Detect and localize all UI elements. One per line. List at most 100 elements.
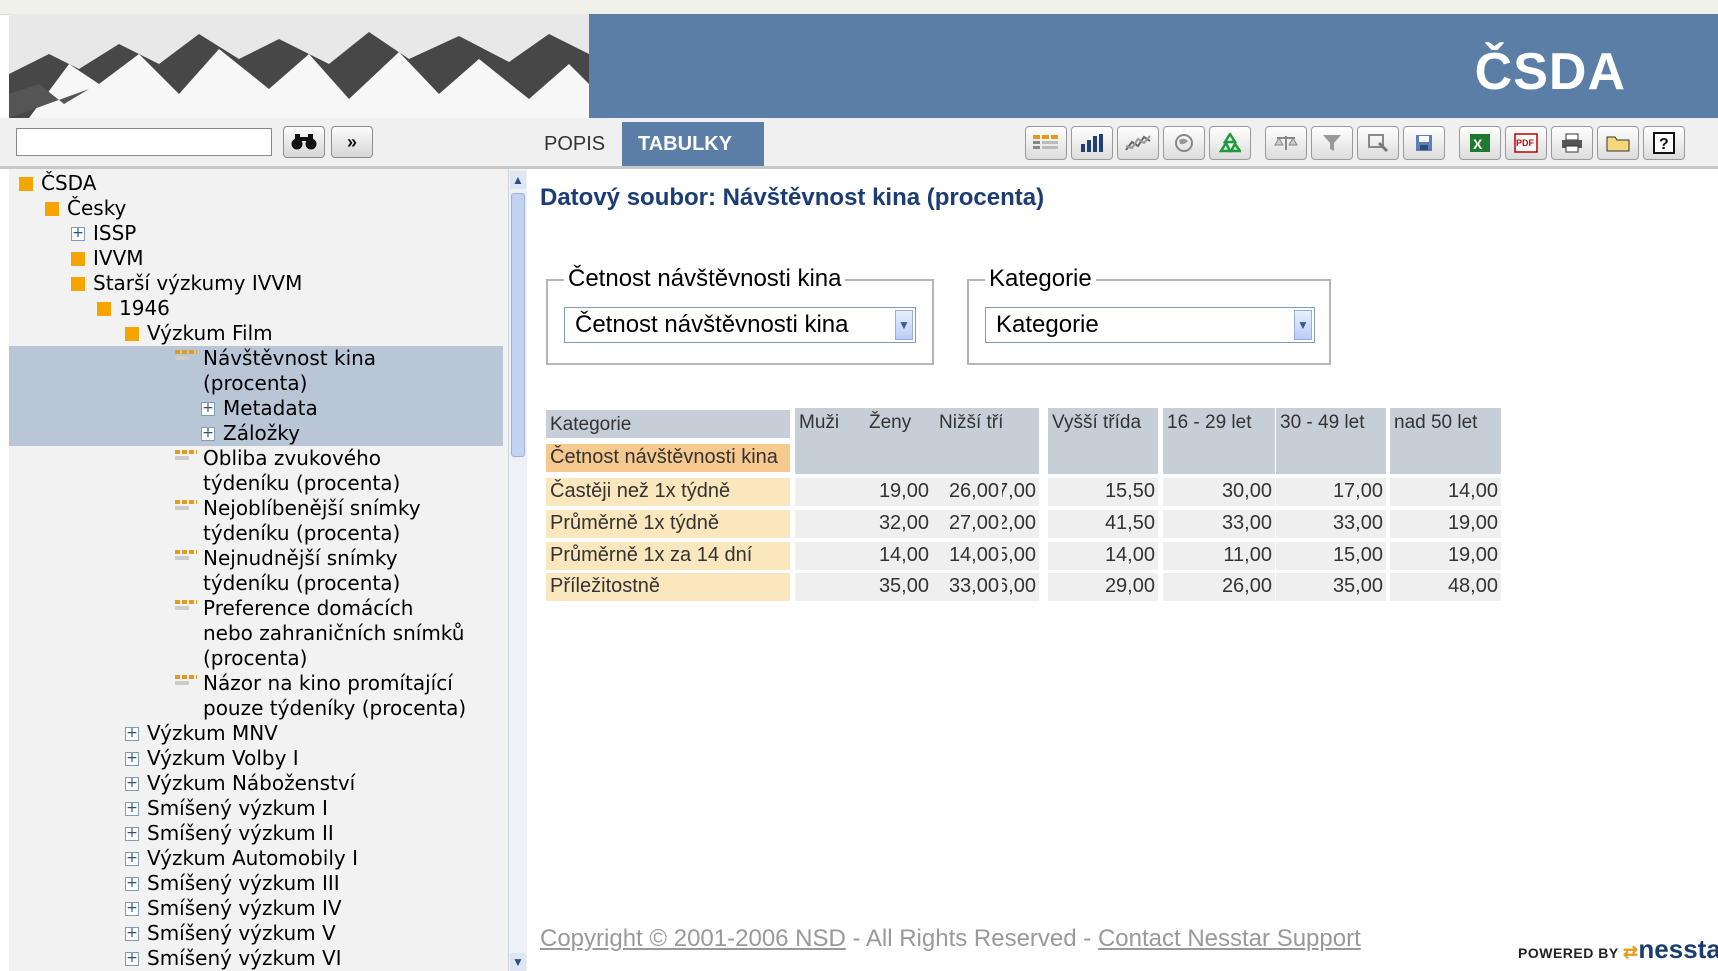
tree-item-label: Návštěvnost kina (procenta): [203, 346, 377, 395]
recycle-icon[interactable]: [1209, 126, 1251, 160]
tree-item[interactable]: Názor na kino promítající pouze týdeníky…: [9, 671, 503, 721]
chevron-down-icon[interactable]: ▼: [1294, 310, 1312, 340]
map-icon[interactable]: [1163, 126, 1205, 160]
expand-plus-icon[interactable]: +: [125, 826, 139, 841]
column-header: 30 - 49 let: [1276, 408, 1386, 474]
expand-plus-icon[interactable]: +: [125, 876, 139, 891]
frequency-select-value: Četnost návštěvnosti kina: [575, 311, 849, 338]
folder-square-icon: [71, 277, 85, 291]
search-input[interactable]: [16, 128, 272, 156]
tree-item[interactable]: + Smíšený výzkum V: [9, 921, 503, 946]
folder-icon[interactable]: [1597, 126, 1639, 160]
tree-item[interactable]: Starší výzkumy IVVM: [9, 271, 503, 296]
category-select[interactable]: Kategorie ▼: [985, 307, 1315, 343]
tree-item[interactable]: + Výzkum Volby I: [9, 746, 503, 771]
expand-plus-icon[interactable]: +: [125, 776, 139, 791]
pdf-icon[interactable]: PDF: [1505, 126, 1547, 160]
expand-plus-icon[interactable]: +: [201, 401, 215, 416]
table-cell: 48,00: [1390, 573, 1501, 601]
tree-item-label: Smíšený výzkum V: [147, 921, 336, 945]
help-icon[interactable]: ?: [1643, 126, 1685, 160]
contact-support-link[interactable]: Contact Nesstar Support: [1098, 925, 1361, 952]
tree-item[interactable]: + Smíšený výzkum VI: [9, 946, 503, 971]
expand-plus-icon[interactable]: +: [125, 851, 139, 866]
expand-plus-icon[interactable]: +: [125, 726, 139, 741]
tree-item-label: Smíšený výzkum II: [147, 821, 334, 845]
expand-plus-icon[interactable]: +: [125, 951, 139, 966]
tools-icon[interactable]: [1357, 126, 1399, 160]
line-chart-icon[interactable]: [1117, 126, 1159, 160]
expand-plus-icon[interactable]: +: [71, 226, 85, 241]
tree-item[interactable]: + Metadata: [9, 396, 503, 421]
tree-item-label: Nejoblíbenější snímky týdeníku (procenta…: [203, 496, 421, 545]
tree-item-label: Smíšený výzkum I: [147, 796, 328, 820]
tree-item[interactable]: + Výzkum Automobily I: [9, 846, 503, 871]
table-corner-header: Kategorie: [546, 410, 790, 438]
tree-item[interactable]: + Smíšený výzkum II: [9, 821, 503, 846]
scroll-down-icon[interactable]: ▼: [510, 953, 526, 971]
tree-item[interactable]: Preference domácích nebo zahraničních sn…: [9, 596, 503, 671]
save-icon[interactable]: [1403, 126, 1445, 160]
copyright-link[interactable]: Copyright © 2001-2006 NSD: [540, 925, 846, 952]
tree-item-label: 1946: [119, 296, 170, 320]
folder-square-icon: [97, 302, 111, 316]
expand-plus-icon[interactable]: +: [201, 426, 215, 441]
table-cell: 19,00: [1390, 542, 1501, 570]
frequency-select[interactable]: Četnost návštěvnosti kina ▼: [564, 307, 916, 343]
tree-item[interactable]: ČSDA: [9, 171, 503, 196]
table-icon[interactable]: [1025, 126, 1067, 160]
tab-tabulky[interactable]: TABULKY: [622, 122, 764, 166]
view-toolbar: X PDF ?: [1025, 126, 1685, 160]
tree-item[interactable]: Nejoblíbenější snímky týdeníku (procenta…: [9, 496, 503, 546]
binoculars-icon[interactable]: [283, 126, 325, 158]
expand-plus-icon[interactable]: +: [125, 901, 139, 916]
tree-item-label: ISSP: [93, 221, 137, 245]
tree-item[interactable]: + Smíšený výzkum IV: [9, 896, 503, 921]
column-header: 16 - 29 let: [1163, 408, 1275, 474]
column-header: Ženy: [865, 408, 932, 474]
column-header: Nižší třída: [935, 408, 1002, 474]
tree-item[interactable]: Výzkum Film: [9, 321, 503, 346]
column-header: nad 50 let: [1390, 408, 1501, 474]
rights-text: - All Rights Reserved -: [845, 925, 1098, 952]
tree-item[interactable]: + ISSP: [9, 221, 503, 246]
table-cell: 15,50: [1048, 478, 1158, 506]
tree-item[interactable]: Nejnudnější snímky týdeníku (procenta): [9, 546, 503, 596]
scroll-up-icon[interactable]: ▲: [510, 171, 526, 189]
tree-item[interactable]: Obliba zvukového týdeníku (procenta): [9, 446, 503, 496]
bar-chart-icon[interactable]: [1071, 126, 1113, 160]
row-header: Průměrně 1x týdně: [546, 510, 790, 538]
tree-item[interactable]: + Smíšený výzkum I: [9, 796, 503, 821]
tree-item[interactable]: + Výzkum MNV: [9, 721, 503, 746]
folder-square-icon: [71, 252, 85, 266]
powered-by-nesstar-logo[interactable]: POWERED BY ⇄nesstar: [1518, 934, 1718, 965]
tree-item[interactable]: Návštěvnost kina (procenta): [9, 346, 503, 396]
powered-by-text: POWERED BY: [1518, 945, 1619, 961]
tree-item[interactable]: + Výzkum Náboženství: [9, 771, 503, 796]
expand-plus-icon[interactable]: +: [125, 801, 139, 816]
sidebar-scrollbar[interactable]: ▲ ▼: [508, 169, 527, 971]
tree-item-label: Záložky: [223, 421, 300, 445]
expand-plus-icon[interactable]: +: [125, 926, 139, 941]
filter-icon[interactable]: [1311, 126, 1353, 160]
expand-plus-icon[interactable]: +: [125, 751, 139, 766]
tree-item-label: Výzkum Film: [147, 321, 273, 345]
tree-item[interactable]: + Smíšený výzkum III: [9, 871, 503, 896]
tree-item[interactable]: IVVM: [9, 246, 503, 271]
tree-item[interactable]: + Záložky: [9, 421, 503, 446]
tab-popis[interactable]: POPIS: [528, 122, 622, 166]
tree-item[interactable]: 1946: [9, 296, 503, 321]
svg-text:X: X: [1473, 136, 1483, 152]
print-icon[interactable]: [1551, 126, 1593, 160]
filter-frequency: Četnost návštěvnosti kina Četnost návště…: [546, 265, 934, 365]
tree-item-label: IVVM: [93, 246, 144, 270]
tree-item[interactable]: Česky: [9, 196, 503, 221]
row-dimension-header: Četnost návštěvnosti kina: [546, 444, 790, 472]
scroll-thumb[interactable]: [511, 193, 525, 457]
excel-icon[interactable]: X: [1459, 126, 1501, 160]
double-chevron-right-icon[interactable]: »: [331, 126, 373, 158]
chevron-down-icon[interactable]: ▼: [895, 310, 913, 340]
column-header: Vyšší třída: [1048, 408, 1158, 474]
weight-icon[interactable]: [1265, 126, 1307, 160]
table-node-icon: [175, 350, 197, 366]
